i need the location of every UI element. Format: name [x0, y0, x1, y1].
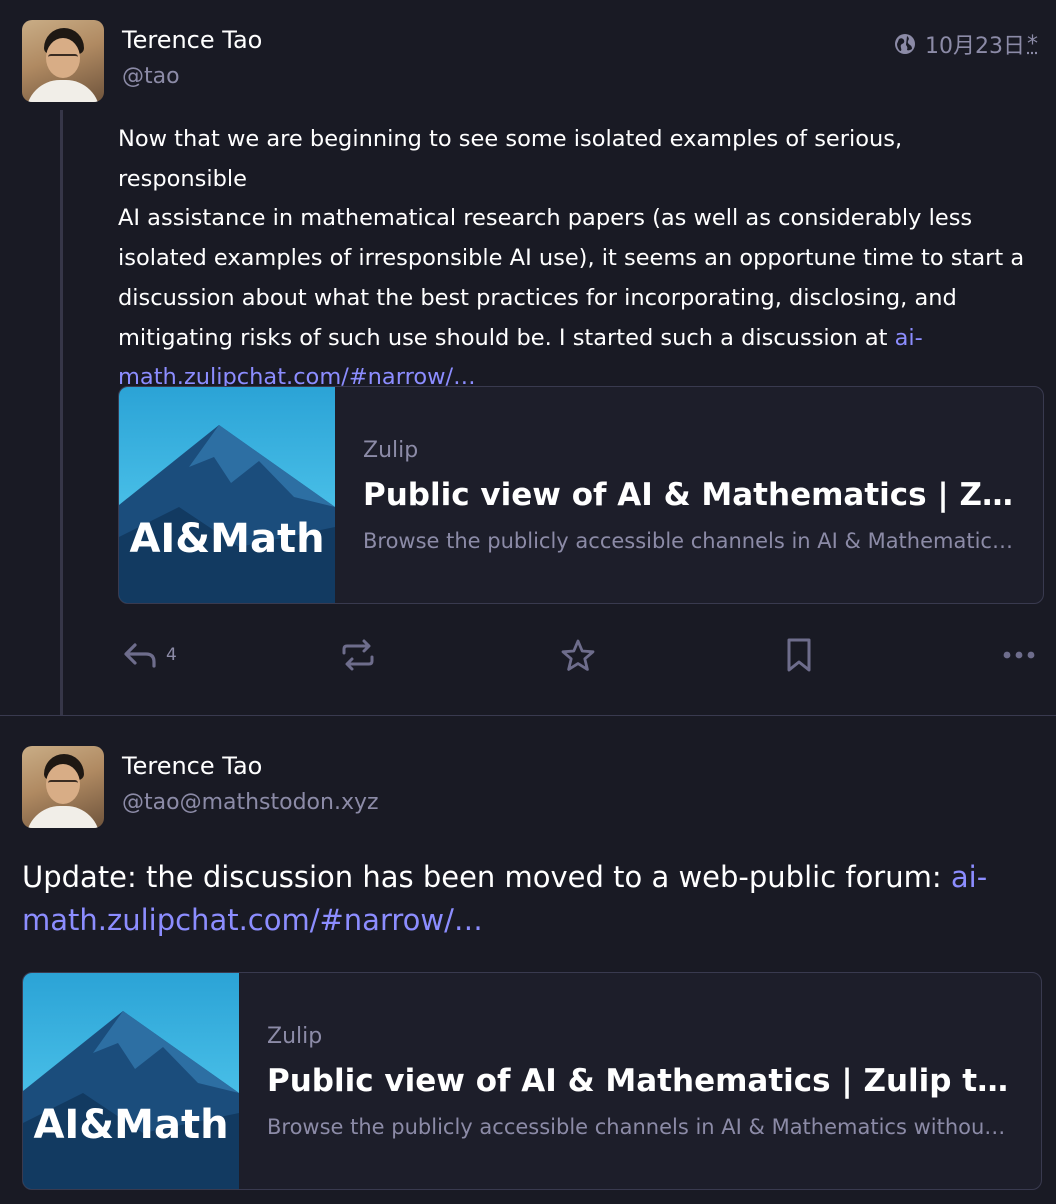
card-text: Zulip Public view of AI & Mathematics | …: [335, 387, 1043, 603]
card-description: Browse the publicly accessible channels …: [267, 1114, 1013, 1139]
content-line: Now that we are beginning to see some is…: [118, 126, 903, 192]
avatar[interactable]: [22, 20, 104, 102]
content-line: discussion about what the best practices…: [118, 284, 957, 311]
boost-button[interactable]: [340, 630, 376, 680]
globe-icon: [895, 34, 915, 54]
content-line: Update: the discussion has been moved to…: [22, 860, 951, 894]
post-content: Now that we are beginning to see some is…: [118, 120, 1038, 398]
content-line: AI assistance in mathematical research p…: [118, 205, 973, 232]
reply-button[interactable]: 4: [122, 630, 177, 680]
link-preview-card[interactable]: AI&Math Zulip Public view of AI & Mathem…: [22, 972, 1042, 1190]
post-date-text: 10月23日: [925, 34, 1025, 59]
author-name[interactable]: Terence Tao: [122, 752, 262, 780]
post-actions: 4: [118, 630, 1038, 680]
star-icon: [561, 639, 595, 671]
boost-icon: [342, 639, 374, 671]
card-site: Zulip: [363, 437, 419, 463]
card-site: Zulip: [267, 1023, 323, 1049]
author-name[interactable]: Terence Tao: [122, 26, 262, 54]
bookmark-icon: [787, 638, 811, 672]
more-button[interactable]: [1002, 630, 1036, 680]
reply-icon: [124, 643, 156, 668]
edited-marker: *: [1027, 31, 1038, 57]
avatar[interactable]: [22, 746, 104, 828]
content-line: isolated examples of irresponsible AI us…: [118, 245, 1025, 272]
reply-count: 4: [166, 645, 177, 665]
card-text: Zulip Public view of AI & Mathematics | …: [239, 973, 1041, 1189]
post-content: Update: the discussion has been moved to…: [22, 856, 1032, 942]
link-preview-card[interactable]: AI&Math Zulip Public view of AI & Mathem…: [118, 386, 1044, 604]
card-description: Browse the publicly accessible channels …: [363, 528, 1015, 553]
post-date[interactable]: 10月23日 *: [893, 28, 1038, 60]
card-title: Public view of AI & Mathematics | Zulip …: [267, 1062, 1013, 1099]
card-thumbnail: AI&Math: [23, 973, 239, 1189]
card-title: Public view of AI & Mathematics | Zulip …: [363, 476, 1015, 513]
content-line: mitigating risks of such use should be. …: [118, 324, 895, 351]
more-icon: [1003, 651, 1035, 659]
thread-line: [60, 110, 63, 716]
author-handle[interactable]: @tao: [122, 64, 180, 89]
post-divider: [0, 715, 1056, 716]
thumbnail-text: AI&Math: [33, 1102, 228, 1148]
card-thumbnail: AI&Math: [119, 387, 335, 603]
bookmark-button[interactable]: [784, 630, 814, 680]
favourite-button[interactable]: [560, 630, 596, 680]
author-handle[interactable]: @tao@mathstodon.xyz: [122, 790, 379, 815]
thumbnail-text: AI&Math: [129, 516, 324, 562]
